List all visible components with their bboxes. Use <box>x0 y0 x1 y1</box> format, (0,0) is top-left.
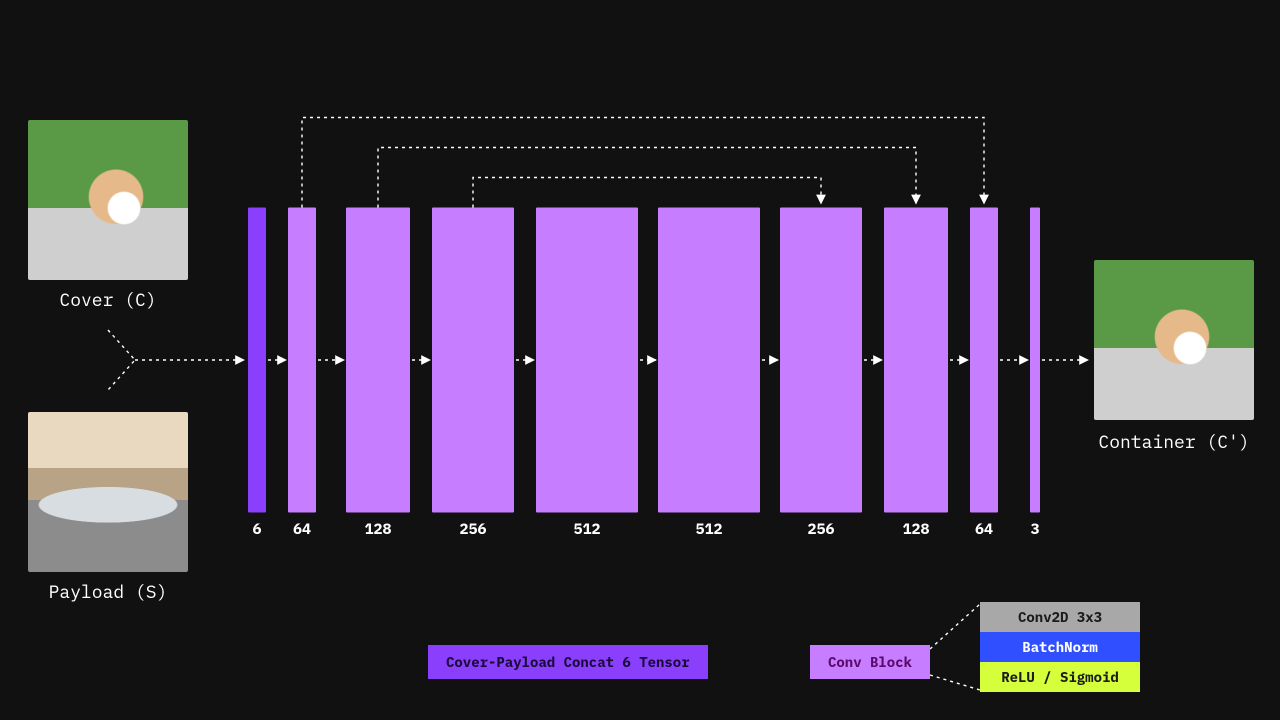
container-image-label: Container (C') <box>1084 430 1264 453</box>
layer-channel-count: 256 <box>459 520 486 539</box>
conv-block-bar <box>884 208 948 513</box>
conv-block-bar <box>970 208 998 513</box>
conv-block-bar <box>658 208 760 513</box>
payload-image <box>28 412 188 572</box>
legend-conv2d-row: Conv2D 3x3 <box>980 602 1140 632</box>
legend-conv-block-expansion: Conv2D 3x3 BatchNorm ReLU / Sigmoid <box>980 602 1140 692</box>
layer-channel-count: 64 <box>293 520 311 539</box>
layer-channel-count: 3 <box>1030 520 1039 539</box>
payload-image-label: Payload (S) <box>28 580 188 603</box>
legend-activation-row: ReLU / Sigmoid <box>980 662 1140 692</box>
layer-channel-count: 512 <box>573 520 600 539</box>
conv-block-bar <box>1030 208 1040 513</box>
conv-block-bar <box>288 208 316 513</box>
conv-block-bar <box>432 208 514 513</box>
conv-block-bar <box>536 208 638 513</box>
container-image <box>1094 260 1254 420</box>
cover-image <box>28 120 188 280</box>
concat-tensor-bar <box>248 208 266 513</box>
layer-channel-count: 512 <box>695 520 722 539</box>
legend-concat-tensor: Cover-Payload Concat 6 Tensor <box>428 645 708 679</box>
cover-image-label: Cover (C) <box>28 288 188 311</box>
layer-channel-count: 256 <box>807 520 834 539</box>
layer-channel-count: 128 <box>364 520 391 539</box>
conv-block-bar <box>346 208 410 513</box>
layer-channel-count: 64 <box>975 520 993 539</box>
layer-channel-count: 128 <box>902 520 929 539</box>
conv-block-bar <box>780 208 862 513</box>
layer-channel-count: 6 <box>252 520 261 539</box>
legend-batchnorm-row: BatchNorm <box>980 632 1140 662</box>
legend-conv-block: Conv Block <box>810 645 930 679</box>
